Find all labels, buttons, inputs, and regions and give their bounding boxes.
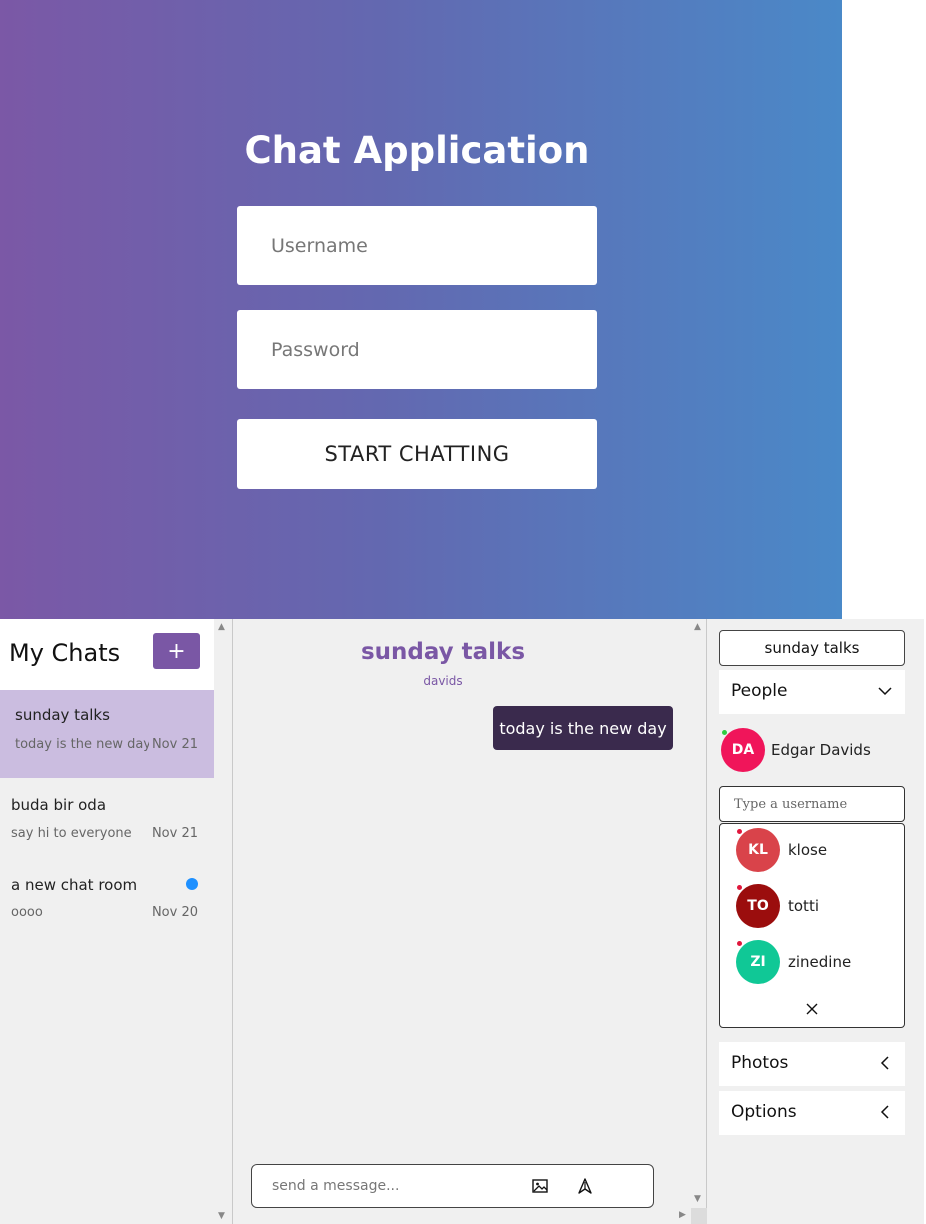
people-label: People: [731, 681, 788, 701]
photos-label: Photos: [731, 1053, 789, 1073]
result-name: klose: [788, 841, 828, 859]
chat-list-scrollbar[interactable]: ▲ ▼: [214, 619, 231, 1224]
chat-card-name: sunday talks: [15, 706, 110, 724]
offline-status-dot: [737, 941, 742, 946]
username-search-field[interactable]: [719, 786, 905, 822]
scrollbar-corner: [691, 1208, 707, 1224]
avatar: DA: [721, 728, 765, 772]
login-panel: Chat Application START CHATTING: [0, 0, 842, 619]
options-label: Options: [731, 1102, 797, 1122]
feed-horizontal-scrollbar[interactable]: ▶: [233, 1208, 707, 1224]
chevron-left-icon: [880, 1056, 889, 1070]
password-input[interactable]: [269, 337, 573, 362]
chat-card-name: buda bir oda: [11, 796, 107, 814]
person-row: DA Edgar Davids: [721, 728, 911, 772]
chat-list-panel: My Chats + sunday talks today is the new…: [0, 619, 214, 1224]
chat-card-last-message: oooo: [11, 905, 43, 920]
search-result-klose[interactable]: KL klose: [736, 828, 896, 872]
chat-list-header: My Chats +: [0, 619, 214, 690]
username-input[interactable]: [269, 233, 573, 258]
search-result-totti[interactable]: TO totti: [736, 884, 896, 928]
chat-card-date: Nov 21: [151, 826, 198, 841]
login-title: Chat Application: [244, 129, 590, 172]
password-field[interactable]: [237, 310, 597, 389]
room-title: sunday talks: [360, 639, 526, 665]
chat-card-date: Nov 20: [151, 905, 198, 920]
new-chat-button[interactable]: +: [153, 633, 200, 669]
scroll-up-arrow-icon[interactable]: ▲: [694, 622, 701, 632]
chat-card-date: Nov 21: [151, 737, 198, 752]
options-section-header[interactable]: Options: [719, 1091, 905, 1135]
username-field[interactable]: [237, 206, 597, 285]
user-search-results: KL klose TO totti ZI zinedine: [719, 823, 905, 1028]
chevron-left-icon: [880, 1105, 889, 1119]
room-subtitle: davids: [423, 674, 463, 688]
chat-settings-panel: sunday talks People DA Edgar Davids KL k…: [708, 619, 924, 1224]
chat-card-last-message: say hi to everyone: [11, 826, 132, 841]
online-status-dot: [722, 730, 727, 735]
chat-list-title: My Chats: [9, 639, 121, 667]
chevron-down-icon: [878, 687, 892, 696]
scroll-right-arrow-icon[interactable]: ▶: [679, 1210, 686, 1220]
chat-card-buda-bir-oda[interactable]: buda bir oda say hi to everyone Nov 21: [0, 778, 214, 858]
send-icon[interactable]: [576, 1177, 594, 1195]
scroll-down-arrow-icon[interactable]: ▼: [694, 1194, 701, 1204]
chat-card-a-new-chat-room[interactable]: a new chat room oooo Nov 20: [0, 858, 214, 938]
chat-card-sunday-talks[interactable]: sunday talks today is the new day Nov 21: [0, 690, 214, 778]
people-section-header[interactable]: People: [719, 670, 905, 714]
offline-status-dot: [737, 885, 742, 890]
room-name-field[interactable]: sunday talks: [719, 630, 905, 666]
feed-scrollbar[interactable]: ▲ ▼: [690, 619, 706, 1224]
avatar: TO: [736, 884, 780, 928]
result-name: totti: [788, 897, 819, 915]
message-composer: [251, 1164, 654, 1208]
close-icon[interactable]: [804, 1001, 820, 1017]
avatar: ZI: [736, 940, 780, 984]
username-search-input[interactable]: [732, 796, 896, 813]
result-name: zinedine: [788, 953, 852, 971]
chat-app: My Chats + sunday talks today is the new…: [0, 619, 924, 1224]
chat-card-name: a new chat room: [11, 876, 138, 894]
avatar: KL: [736, 828, 780, 872]
offline-status-dot: [737, 829, 742, 834]
unread-indicator: [186, 878, 198, 890]
photos-section-header[interactable]: Photos: [719, 1042, 905, 1086]
start-chatting-button[interactable]: START CHATTING: [237, 419, 597, 489]
message-input[interactable]: [270, 1177, 514, 1195]
image-icon[interactable]: [531, 1177, 549, 1195]
scroll-up-arrow-icon[interactable]: ▲: [218, 622, 225, 632]
chat-card-last-message: today is the new day: [15, 737, 149, 752]
scroll-down-arrow-icon[interactable]: ▼: [218, 1211, 225, 1221]
message-bubble: today is the new day: [493, 706, 673, 750]
person-name: Edgar Davids: [771, 741, 871, 759]
search-result-zinedine[interactable]: ZI zinedine: [736, 940, 896, 984]
chat-feed: sunday talks davids today is the new day…: [232, 619, 707, 1224]
